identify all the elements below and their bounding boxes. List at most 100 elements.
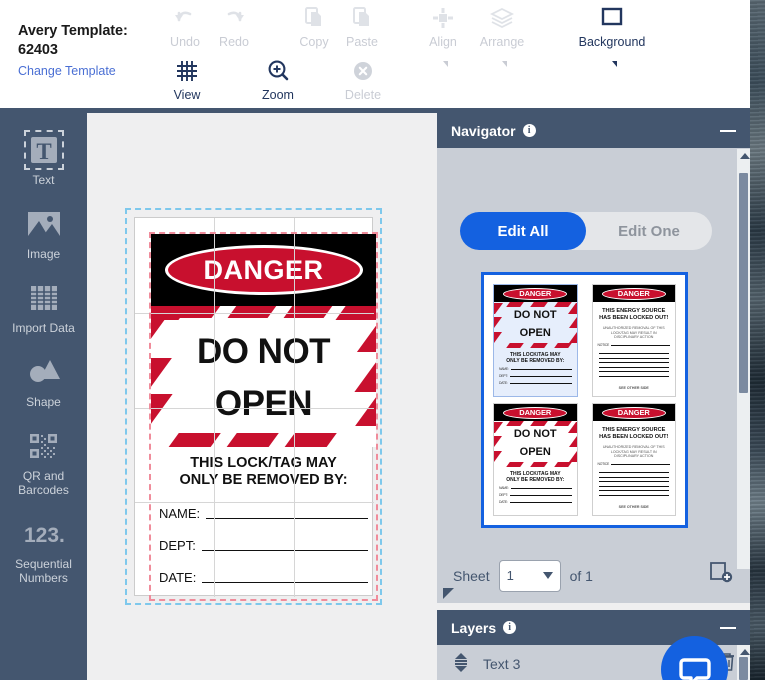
panel-resize-grip[interactable]: [443, 588, 454, 599]
thumb-hazard-body: DO NOT OPEN: [494, 302, 577, 348]
thumb-footer: SEE OTHER SIDE: [618, 385, 649, 390]
navigator-collapse-button[interactable]: [720, 129, 736, 132]
background-icon: [576, 2, 648, 34]
scroll-up-arrow-icon[interactable]: [740, 153, 750, 159]
sidebar-item-import-data[interactable]: Import Data: [0, 275, 87, 335]
subheadline: THIS LOCK/TAG MAY ONLY BE REMOVED BY:: [151, 455, 376, 489]
qr-barcode-icon: [0, 423, 87, 469]
hazard-stripe: [227, 306, 279, 318]
reorder-handle-icon[interactable]: [451, 651, 471, 678]
field-label-dept: DEPT:: [159, 538, 196, 553]
thumbnail-label[interactable]: DANGER THIS ENERGY SOURCE HAS BEEN LOCKE…: [591, 284, 676, 397]
hazard-stripe: [171, 306, 223, 318]
field-line-dept: [201, 550, 368, 551]
field-row-date[interactable]: DATE:: [159, 553, 368, 585]
add-sheet-button[interactable]: [710, 561, 734, 590]
hazard-stripe: [283, 306, 335, 318]
qr-label-line2: Barcodes: [18, 483, 69, 497]
sheet-select[interactable]: 1: [498, 559, 561, 592]
left-tool-sidebar: T Text Image Import Data Shape QR and Ba…: [0, 113, 87, 680]
edit-all-button[interactable]: Edit All: [460, 212, 586, 250]
sidebar-label-text: Text: [32, 173, 55, 187]
layers-collapse-button[interactable]: [720, 626, 736, 629]
field-label-name: NAME:: [159, 506, 201, 521]
chat-bubble-icon: [678, 657, 711, 680]
thumb-body-text: UNAUTHORIZED REMOVAL OF THIS LOCK/TAG MA…: [602, 326, 665, 340]
background-caret-icon: [612, 61, 617, 67]
delete-button[interactable]: Delete: [333, 55, 393, 102]
field-row-name[interactable]: NAME:: [159, 489, 368, 521]
arrange-label: Arrange: [479, 35, 525, 49]
info-icon[interactable]: i: [503, 621, 517, 634]
add-sheet-icon: [710, 562, 733, 583]
change-template-link[interactable]: Change Template: [18, 64, 158, 78]
sidebar-item-qr-barcodes[interactable]: QR and Barcodes: [0, 423, 87, 497]
edit-one-button[interactable]: Edit One: [586, 212, 712, 250]
sidebar-item-image[interactable]: Image: [0, 201, 87, 261]
thumb-sub-2: ONLY BE REMOVED BY:: [506, 477, 565, 483]
thumb-field-date: DATE:: [499, 500, 508, 504]
delete-circle-icon: [333, 55, 393, 87]
hazard-stripe: [335, 306, 376, 320]
thumb-headline-2: OPEN: [519, 446, 551, 458]
scroll-up-arrow-icon[interactable]: [740, 649, 750, 655]
navigator-panel-body: Edit All Edit One DANGER DO NOT OPEN THI…: [437, 148, 750, 603]
paste-button[interactable]: Paste: [332, 2, 392, 49]
danger-word: DANGER: [203, 254, 324, 285]
navigator-panel-header: Navigator i: [437, 113, 750, 148]
template-label: Avery Template:: [18, 23, 128, 39]
sidebar-item-sequential-numbers[interactable]: 123... Sequential Numbers: [0, 511, 87, 585]
thumb-danger-word: DANGER: [617, 408, 650, 417]
paste-icon: [332, 2, 392, 34]
thumb-danger-word: DANGER: [519, 289, 552, 298]
arrange-button[interactable]: Arrange: [472, 2, 532, 67]
thumb-danger-oval: DANGER: [503, 406, 568, 419]
thumbnail-label[interactable]: DANGER DO NOT OPEN THIS LOCK/TAG MAY ONL…: [493, 284, 578, 397]
thumb-danger-banner: DANGER: [592, 404, 675, 421]
label-card[interactable]: DANGER DO NOT OPEN THIS LOCK/TAG MAY ONL…: [134, 217, 378, 601]
view-label: View: [173, 88, 201, 102]
thumbnail-label[interactable]: DANGER THIS ENERGY SOURCE HAS BEEN LOCKE…: [591, 403, 676, 516]
align-button[interactable]: Align: [413, 2, 473, 67]
sheet-preview[interactable]: DANGER DO NOT OPEN THIS LOCK/TAG MAY ONL…: [481, 272, 688, 528]
background-photo-strip: [750, 0, 765, 680]
seq-label-line2: Numbers: [19, 571, 68, 585]
thumb-danger-banner: DANGER: [592, 285, 675, 302]
chevron-down-icon: [542, 572, 553, 579]
field-line-date: [202, 582, 368, 583]
thumb-danger-oval: DANGER: [601, 287, 666, 300]
thumb-danger-banner: DANGER: [494, 404, 577, 421]
selected-label-object[interactable]: DANGER DO NOT OPEN THIS LOCK/TAG MAY ONL…: [125, 208, 382, 605]
layers-scrollbar-thumb[interactable]: [739, 657, 748, 680]
thumb-danger-word: DANGER: [519, 408, 552, 417]
thumbnail-label[interactable]: DANGER DO NOT OPEN THIS LOCK/TAG MAY ONL…: [493, 403, 578, 516]
thumb-field-dept: DEPT:: [499, 493, 508, 497]
layer-name: Text 3: [483, 656, 521, 672]
hazard-stripe: [225, 433, 279, 447]
qr-label-line1: QR and: [22, 469, 65, 483]
danger-banner: DANGER: [151, 234, 376, 306]
info-icon[interactable]: i: [522, 124, 536, 137]
design-canvas[interactable]: DANGER DO NOT OPEN THIS LOCK/TAG MAY ONL…: [87, 113, 437, 680]
navigator-title: Navigator: [451, 122, 516, 139]
redo-icon: [204, 2, 264, 34]
navigator-scrollbar-thumb[interactable]: [739, 173, 748, 393]
field-row-dept[interactable]: DEPT:: [159, 521, 368, 553]
redo-button[interactable]: Redo: [204, 2, 264, 49]
sidebar-item-shape[interactable]: Shape: [0, 349, 87, 409]
navigator-scrollbar-track[interactable]: [737, 149, 750, 569]
thumb-sub-2: ONLY BE REMOVED BY:: [506, 358, 565, 364]
thumb-body-text: UNAUTHORIZED REMOVAL OF THIS LOCK/TAG MA…: [602, 445, 665, 459]
sidebar-item-text[interactable]: T Text: [0, 127, 87, 187]
thumb-field-dept: DEPT:: [499, 374, 508, 378]
align-label: Align: [429, 35, 457, 49]
template-number: 62403: [18, 42, 58, 58]
danger-oval-shape: DANGER: [164, 245, 363, 295]
sheet-select-value: 1: [506, 568, 514, 583]
background-button[interactable]: Background: [576, 2, 648, 67]
svg-text:T: T: [36, 139, 51, 164]
seq-label-line1: Sequential: [15, 557, 72, 571]
thumb-field-name: NAME:: [499, 367, 509, 371]
page-title: Avery Template: 62403: [18, 22, 158, 60]
field-label-date: DATE:: [159, 570, 197, 585]
